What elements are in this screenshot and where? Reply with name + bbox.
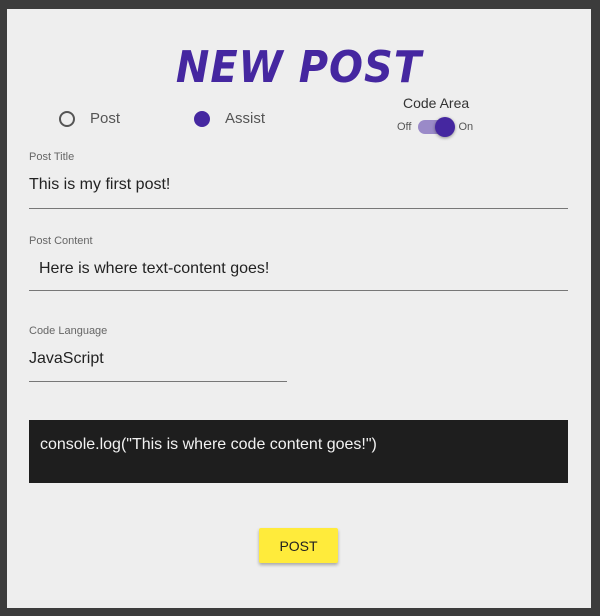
code-language-input[interactable]: JavaScript	[29, 350, 287, 368]
post-button[interactable]: POST	[259, 528, 338, 563]
toggle-on-label: On	[458, 121, 474, 133]
code-editor[interactable]: console.log("This is where code content …	[29, 420, 568, 483]
post-content-input[interactable]: Here is where text-content goes!	[39, 260, 578, 278]
code-language-field: Code Language JavaScript	[29, 325, 287, 383]
toggle-off-label: Off	[397, 121, 412, 133]
post-type-radio-group: Post Assist	[59, 110, 379, 132]
toggle-thumb[interactable]	[435, 117, 456, 137]
code-area-toggle[interactable]	[418, 117, 456, 137]
code-language-label: Code Language	[29, 325, 108, 337]
post-content-underline	[29, 290, 568, 291]
post-title-underline	[29, 208, 568, 209]
post-title-label: Post Title	[29, 151, 75, 163]
post-radio[interactable]: Post	[59, 110, 120, 127]
code-area-label: Code Area	[403, 95, 470, 111]
page-title: NEW POST	[175, 43, 423, 93]
radio-checked-icon[interactable]	[194, 110, 210, 127]
code-area-toggle-row: Off On	[397, 117, 474, 137]
post-content-field: Post Content Here is where text-content …	[29, 235, 568, 291]
assist-radio-label: Assist	[225, 110, 266, 127]
code-language-underline	[29, 381, 287, 382]
post-title-field: Post Title This is my first post!	[29, 151, 568, 209]
post-content-label: Post Content	[29, 235, 93, 247]
post-radio-label: Post	[90, 110, 121, 127]
new-post-form: NEW POST Post Assist Code Area Off On Po…	[7, 9, 591, 608]
radio-unchecked-icon[interactable]	[59, 110, 75, 127]
post-title-input[interactable]: This is my first post!	[29, 176, 568, 194]
assist-radio[interactable]: Assist	[194, 110, 265, 127]
